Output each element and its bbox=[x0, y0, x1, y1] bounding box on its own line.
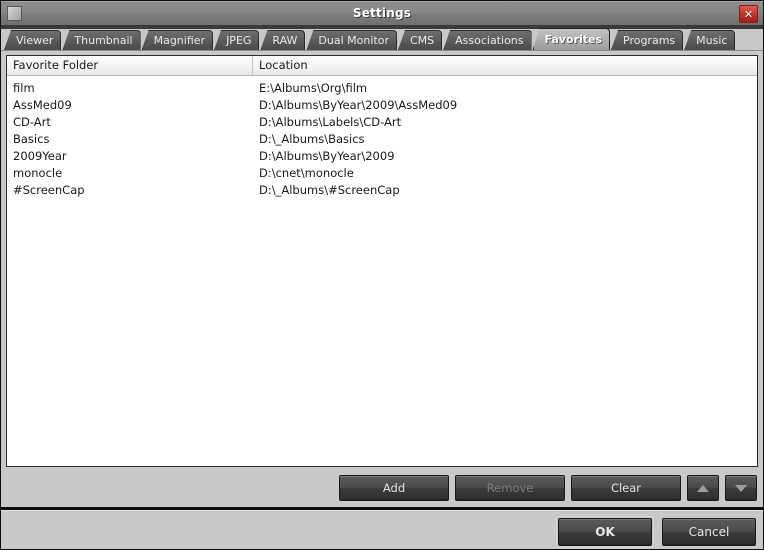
close-button[interactable]: ✕ bbox=[739, 5, 758, 23]
cell-folder: 2009Year bbox=[13, 149, 67, 163]
tab-programs[interactable]: Programs bbox=[611, 30, 684, 50]
settings-window: Settings ✕ Viewer Thumbnail Magnifier JP… bbox=[0, 0, 764, 550]
close-icon: ✕ bbox=[743, 7, 754, 21]
table-row[interactable]: Basics D:\_Albums\Basics bbox=[7, 131, 757, 148]
action-bar: Add Remove Clear bbox=[6, 467, 758, 507]
cell-folder: #ScreenCap bbox=[13, 183, 85, 197]
cell-location: E:\Albums\Org\film bbox=[259, 81, 368, 95]
column-header-favorite-folder[interactable]: Favorite Folder bbox=[7, 56, 253, 75]
cell-folder: CD-Art bbox=[13, 115, 51, 129]
window-title: Settings bbox=[352, 6, 412, 20]
cell-folder: AssMed09 bbox=[13, 98, 72, 112]
tab-jpeg[interactable]: JPEG bbox=[214, 30, 260, 50]
cell-folder: monocle bbox=[13, 166, 63, 180]
tab-content-favorites: Favorite Folder Location film E:\Albums\… bbox=[1, 51, 763, 507]
list-header-row: Favorite Folder Location bbox=[7, 56, 757, 76]
dialog-footer: OK Cancel bbox=[1, 507, 763, 549]
cell-location: D:\cnet\monocle bbox=[259, 166, 354, 180]
clear-button[interactable]: Clear bbox=[571, 475, 681, 501]
move-down-button[interactable] bbox=[725, 475, 757, 501]
ok-button[interactable]: OK bbox=[556, 516, 654, 548]
tab-cms[interactable]: CMS bbox=[397, 30, 443, 50]
table-row[interactable]: #ScreenCap D:\_Albums\#ScreenCap bbox=[7, 182, 757, 199]
remove-button[interactable]: Remove bbox=[455, 475, 565, 501]
cell-location: D:\_Albums\#ScreenCap bbox=[259, 183, 400, 197]
triangle-up-icon bbox=[697, 484, 709, 492]
table-row[interactable]: CD-Art D:\Albums\Labels\CD-Art bbox=[7, 114, 757, 131]
cell-location: D:\_Albums\Basics bbox=[259, 132, 365, 146]
cell-location: D:\Albums\Labels\CD-Art bbox=[259, 115, 402, 129]
cell-folder: film bbox=[13, 81, 35, 95]
tab-favorites[interactable]: Favorites bbox=[532, 28, 610, 50]
column-header-location[interactable]: Location bbox=[253, 56, 757, 75]
tab-strip: Viewer Thumbnail Magnifier JPEG RAW Dual… bbox=[1, 26, 763, 51]
cell-location: D:\Albums\ByYear\2009\AssMed09 bbox=[259, 98, 458, 112]
tab-music[interactable]: Music bbox=[684, 30, 736, 50]
triangle-down-icon bbox=[735, 484, 747, 492]
title-bar[interactable]: Settings ✕ bbox=[1, 1, 763, 26]
move-up-button[interactable] bbox=[687, 475, 719, 501]
table-row[interactable]: AssMed09 D:\Albums\ByYear\2009\AssMed09 bbox=[7, 97, 757, 114]
table-row[interactable]: monocle D:\cnet\monocle bbox=[7, 165, 757, 182]
cell-location: D:\Albums\ByYear\2009 bbox=[259, 149, 395, 163]
cancel-button[interactable]: Cancel bbox=[662, 518, 756, 546]
app-icon bbox=[7, 6, 22, 21]
table-row[interactable]: film E:\Albums\Org\film bbox=[7, 80, 757, 97]
cell-folder: Basics bbox=[13, 132, 50, 146]
tab-raw[interactable]: RAW bbox=[260, 30, 306, 50]
tab-associations[interactable]: Associations bbox=[443, 30, 532, 50]
tab-viewer[interactable]: Viewer bbox=[4, 30, 62, 50]
add-button[interactable]: Add bbox=[339, 475, 449, 501]
list-rows: film E:\Albums\Org\film AssMed09 D:\Albu… bbox=[7, 76, 757, 199]
table-row[interactable]: 2009Year D:\Albums\ByYear\2009 bbox=[7, 148, 757, 165]
tab-magnifier[interactable]: Magnifier bbox=[141, 30, 214, 50]
tab-dual-monitor[interactable]: Dual Monitor bbox=[306, 30, 397, 50]
favorites-list: Favorite Folder Location film E:\Albums\… bbox=[6, 55, 758, 467]
tab-thumbnail[interactable]: Thumbnail bbox=[62, 30, 141, 50]
